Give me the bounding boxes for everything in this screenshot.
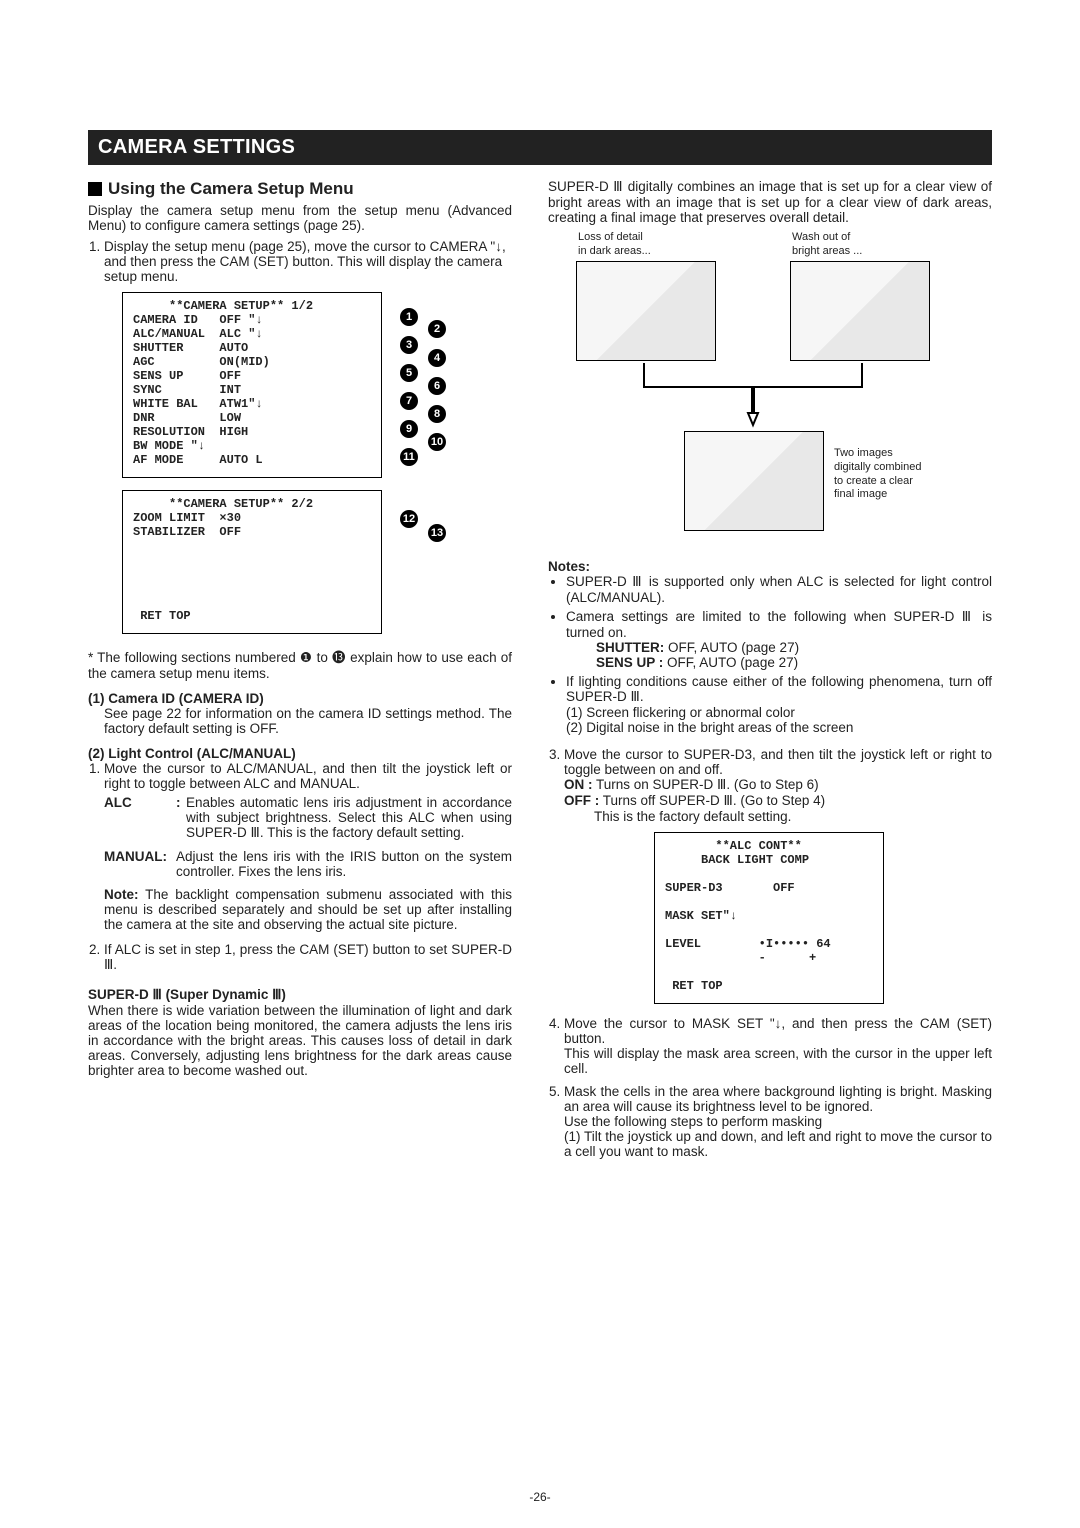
note-2b-label: SENS UP : xyxy=(596,655,663,670)
on-body: Turns on SUPER-D Ⅲ. (Go to Step 6) xyxy=(596,777,819,792)
alc-label: ALC xyxy=(104,795,176,841)
step-4-text: Move the cursor to MASK SET "↓, and then… xyxy=(564,1016,992,1046)
superd-diagram: Loss of detail in dark areas... Wash out… xyxy=(572,231,992,551)
step-1: Display the setup menu (page 25), move t… xyxy=(104,239,512,284)
footnote: * The following sections numbered ❶ to ⓭… xyxy=(88,646,512,681)
note-3a: (1) Screen flickering or abnormal color xyxy=(566,705,795,720)
superd-body: When there is wide variation between the… xyxy=(88,1003,512,1078)
step-list-left: Display the setup menu (page 25), move t… xyxy=(88,239,512,284)
note-3-text: If lighting conditions cause either of t… xyxy=(566,674,992,704)
step-5c-text: (1) Tilt the joystick up and down, and l… xyxy=(564,1129,992,1159)
callout-2: 2 xyxy=(428,320,446,338)
step-5: Mask the cells in the area where backgro… xyxy=(564,1084,992,1159)
diagram-image-left xyxy=(576,261,716,361)
diagram-image-right xyxy=(790,261,930,361)
callout-7: 7 xyxy=(400,392,418,410)
manual-body: Adjust the lens iris with the IRIS butto… xyxy=(176,849,512,879)
note-label: Note: xyxy=(104,887,139,902)
callout-11: 11 xyxy=(400,448,418,466)
alc-menu-content: **ALC CONT** BACK LIGHT COMP SUPER-D3 OF… xyxy=(665,839,873,993)
left-column: Using the Camera Setup Menu Display the … xyxy=(88,179,512,1167)
note-3: If lighting conditions cause either of t… xyxy=(566,674,992,735)
callout-10: 10 xyxy=(428,433,446,451)
sub1-heading: (1) Camera ID (CAMERA ID) xyxy=(88,691,512,706)
notes-list: SUPER-D Ⅲ is supported only when ALC is … xyxy=(548,574,992,735)
sub2-step1-text: Move the cursor to ALC/MANUAL, and then … xyxy=(104,761,512,791)
note-2a-label: SHUTTER: xyxy=(596,640,664,655)
note-2a: SHUTTER: OFF, AUTO (page 27) xyxy=(566,640,992,655)
note-body: The backlight compensation submenu assoc… xyxy=(104,887,512,932)
diagram-label-dark: Loss of detail in dark areas... xyxy=(578,231,651,259)
note-2a-val: OFF, AUTO (page 27) xyxy=(668,640,799,655)
callout-8: 8 xyxy=(428,405,446,423)
note-3b: (2) Digital noise in the bright areas of… xyxy=(566,720,853,735)
notes-heading: Notes: xyxy=(548,559,992,574)
callout-9: 9 xyxy=(400,420,418,438)
sub2-heading: (2) Light Control (ALC/MANUAL) xyxy=(88,746,512,761)
step-4b-text: This will display the mask area screen, … xyxy=(564,1046,992,1076)
right-steps: Move the cursor to SUPER-D3, and then ti… xyxy=(548,747,992,1159)
section-heading-text: Using the Camera Setup Menu xyxy=(108,179,354,199)
step-5b-text: Use the following steps to perform maski… xyxy=(564,1114,822,1129)
on-label: ON : xyxy=(564,777,593,792)
note-2: Camera settings are limited to the follo… xyxy=(566,609,992,670)
diagram-label-bright: Wash out of bright areas ... xyxy=(792,231,862,259)
page-number: -26- xyxy=(0,1490,1080,1504)
callout-6: 6 xyxy=(428,377,446,395)
combine-arrow-icon xyxy=(572,363,932,433)
callout-5: 5 xyxy=(400,364,418,382)
note-2b-val: OFF, AUTO (page 27) xyxy=(667,655,798,670)
note-block: Note: The backlight compensation submenu… xyxy=(104,887,512,932)
note-2b: SENS UP : OFF, AUTO (page 27) xyxy=(566,655,992,670)
manual-label: MANUAL: xyxy=(104,849,176,879)
diagram-image-combined xyxy=(684,431,824,531)
camera-setup-menu-1: **CAMERA SETUP** 1/2 CAMERA ID OFF "↓ AL… xyxy=(122,292,382,478)
menu2-content: **CAMERA SETUP** 2/2 ZOOM LIMIT ×30 STAB… xyxy=(133,497,371,623)
off-label: OFF : xyxy=(564,793,599,808)
menu1-content: **CAMERA SETUP** 1/2 CAMERA ID OFF "↓ AL… xyxy=(133,299,371,467)
camera-setup-menu-2: **CAMERA SETUP** 2/2 ZOOM LIMIT ×30 STAB… xyxy=(122,490,382,634)
section-heading: Using the Camera Setup Menu xyxy=(88,179,512,199)
off-body: Turns off SUPER-D Ⅲ. (Go to Step 4) xyxy=(603,793,825,808)
right-column: SUPER-D Ⅲ digitally combines an image th… xyxy=(548,179,992,1167)
callout-12: 12 xyxy=(400,510,418,528)
right-top-para: SUPER-D Ⅲ digitally combines an image th… xyxy=(548,179,992,225)
sub2-step1: Move the cursor to ALC/MANUAL, and then … xyxy=(104,761,512,932)
alc-cont-menu: **ALC CONT** BACK LIGHT COMP SUPER-D3 OF… xyxy=(654,832,884,1004)
callout-13: 13 xyxy=(428,524,446,542)
sub1-body: See page 22 for information on the camer… xyxy=(88,706,512,736)
diagram-label-combined: Two images digitally combined to create … xyxy=(834,447,921,502)
page-title-bar: CAMERA SETTINGS xyxy=(88,130,992,165)
square-bullet-icon xyxy=(88,182,102,196)
sub2-list: Move the cursor to ALC/MANUAL, and then … xyxy=(88,761,512,973)
alc-colon: : xyxy=(176,795,186,841)
intro-paragraph: Display the camera setup menu from the s… xyxy=(88,203,512,233)
note-1: SUPER-D Ⅲ is supported only when ALC is … xyxy=(566,574,992,605)
callout-3: 3 xyxy=(400,336,418,354)
callout-4: 4 xyxy=(428,349,446,367)
step-3: Move the cursor to SUPER-D3, and then ti… xyxy=(564,747,992,1004)
step-3-text: Move the cursor to SUPER-D3, and then ti… xyxy=(564,747,992,777)
sub2-step2: If ALC is set in step 1, press the CAM (… xyxy=(104,942,512,973)
step-5-text: Mask the cells in the area where backgro… xyxy=(564,1084,992,1114)
note-2-text: Camera settings are limited to the follo… xyxy=(566,609,992,640)
step-4: Move the cursor to MASK SET "↓, and then… xyxy=(564,1016,992,1076)
callout-1: 1 xyxy=(400,308,418,326)
superd-heading: SUPER-D Ⅲ (Super Dynamic Ⅲ) xyxy=(88,987,512,1003)
off-note: This is the factory default setting. xyxy=(564,809,791,824)
alc-body: Enables automatic lens iris adjustment i… xyxy=(186,795,512,841)
